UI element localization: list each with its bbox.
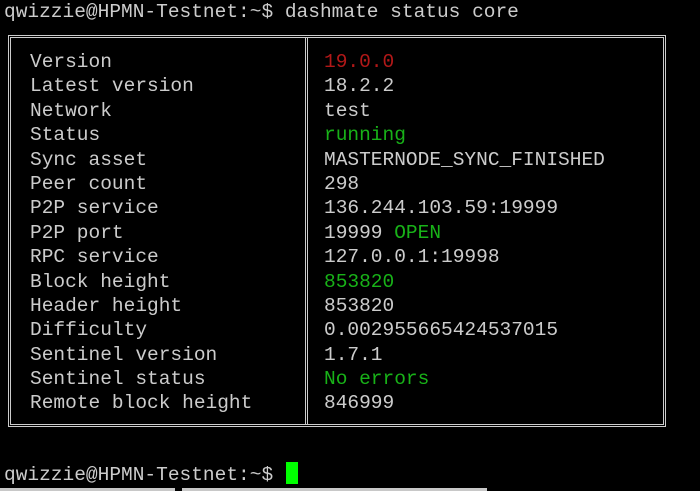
status-key: Network (30, 99, 112, 122)
input-prompt-line[interactable]: qwizzie@HPMN-Testnet:~$ (4, 462, 298, 487)
table-row: Sentinel status No errors (11, 367, 663, 391)
status-key: Version (30, 51, 112, 73)
table-row: RPC service 127.0.0.1:19998 (11, 245, 663, 269)
table-row: Status running (11, 123, 663, 147)
status-value-text: 0.002955665424537015 (324, 319, 559, 342)
status-value: 136.244.103.59:19999 (324, 196, 558, 220)
status-value: 0.002955665424537015 (324, 318, 558, 342)
status-key: P2P service (30, 197, 159, 220)
table-row: Sentinel version 1.7.1 (11, 343, 663, 367)
status-key: Peer count (30, 172, 148, 195)
status-value-text: 19.0.0 (324, 51, 395, 73)
table-row: P2P service 136.244.103.59:19999 (11, 196, 663, 220)
status-value: MASTERNODE_SYNC_FINISHED (324, 148, 605, 172)
status-key: Sentinel status (30, 368, 206, 391)
status-value-text: 136.244.103.59:19999 (324, 197, 559, 220)
status-value: test (324, 99, 371, 123)
status-value-text: 853820 (324, 270, 395, 293)
prompt-text: qwizzie@HPMN-Testnet:~$ (4, 464, 285, 486)
text-cursor (285, 462, 298, 484)
status-value-text: 846999 (324, 392, 395, 415)
status-value-text: 298 (324, 172, 360, 195)
terminal-window[interactable]: qwizzie@HPMN-Testnet:~$ dashmate status … (0, 0, 700, 491)
table-row: Latest version 18.2.2 (11, 74, 663, 98)
status-value: 19.0.0 (324, 50, 394, 74)
status-rows: Version 19.0.0 Latest version 18.2.2 Network… (11, 50, 663, 416)
status-value-text: test (324, 99, 371, 122)
status-value: 298 (324, 172, 359, 196)
status-value: 853820 (324, 294, 394, 318)
status-value: running (324, 123, 406, 147)
status-key: Status (30, 124, 101, 147)
status-key: Block height (30, 270, 171, 293)
table-row: P2P port 19999 OPEN (11, 221, 663, 245)
status-key: Sentinel version (30, 343, 218, 366)
status-value-text: 127.0.0.1:19998 (324, 246, 500, 269)
status-value: 19999 OPEN (324, 221, 441, 245)
status-key: Remote block height (30, 392, 253, 415)
status-value-text: running (324, 124, 406, 147)
status-value: No errors (324, 367, 429, 391)
table-row: Difficulty 0.002955665424537015 (11, 318, 663, 342)
status-key: Difficulty (30, 319, 148, 342)
status-value: 846999 (324, 391, 394, 415)
core-status-table: Version 19.0.0 Latest version 18.2.2 Network… (8, 35, 666, 427)
status-value-text: 19999 (324, 221, 383, 244)
status-key: Header height (30, 294, 183, 317)
status-value: 1.7.1 (324, 343, 383, 367)
status-key: RPC service (30, 246, 159, 269)
status-value: 18.2.2 (324, 74, 394, 98)
table-row: Block height 853820 (11, 270, 663, 294)
status-value-text: 1.7.1 (324, 343, 383, 366)
status-value-text: MASTERNODE_SYNC_FINISHED (324, 148, 605, 171)
port-state-badge: OPEN (394, 221, 442, 244)
status-key: Sync asset (30, 148, 148, 171)
command-prompt-line: qwizzie@HPMN-Testnet:~$ dashmate status … (4, 1, 519, 23)
status-key: Latest version (30, 75, 194, 98)
table-row: Remote block height 846999 (11, 391, 663, 415)
table-row: Network test (11, 99, 663, 123)
table-row: Peer count 298 (11, 172, 663, 196)
status-value-text: 853820 (324, 294, 395, 317)
table-row: Header height 853820 (11, 294, 663, 318)
status-value: 853820 (324, 270, 394, 294)
table-row: Sync asset MASTERNODE_SYNC_FINISHED (11, 148, 663, 172)
status-value-text: No errors (324, 368, 430, 391)
status-value: 127.0.0.1:19998 (324, 245, 500, 269)
status-key: P2P port (30, 221, 124, 244)
status-value-text: 18.2.2 (324, 75, 395, 98)
table-row: Version 19.0.0 (11, 50, 663, 74)
